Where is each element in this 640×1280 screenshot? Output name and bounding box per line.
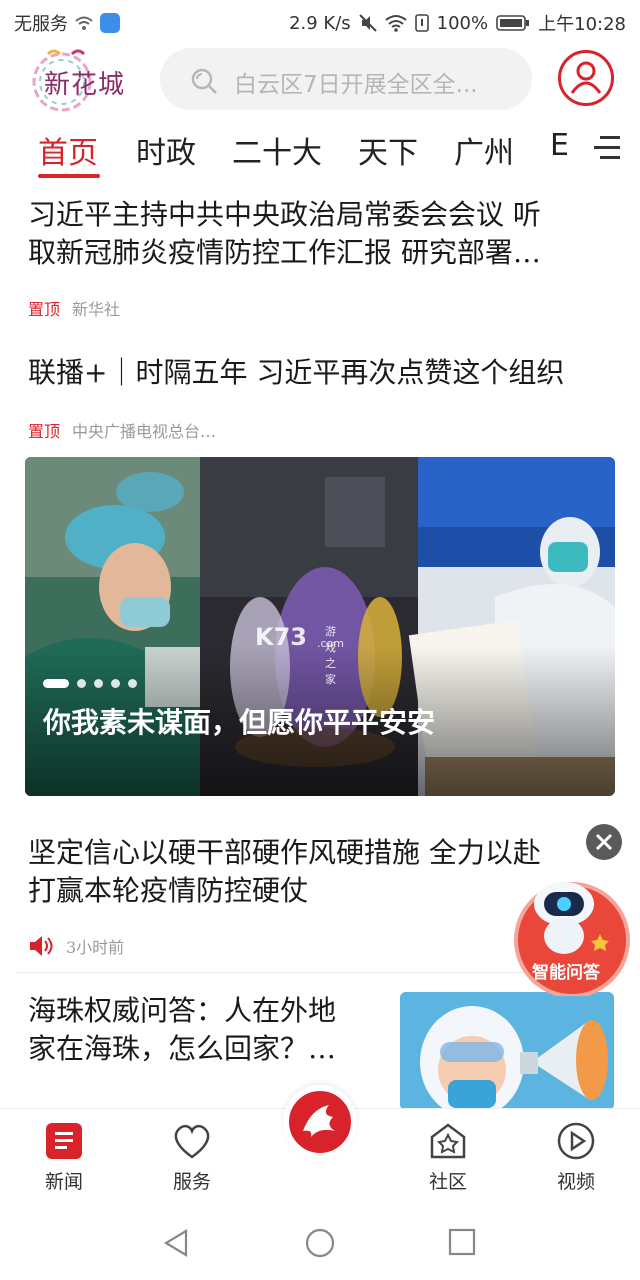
network-speed: 2.9 K/s [289,12,351,34]
nav-service[interactable]: 服务 [152,1121,232,1194]
home-icon[interactable] [304,1227,336,1259]
carousel-dot[interactable] [111,679,120,688]
search-placeholder: 白云区7日开展全区全... [234,72,478,98]
play-icon [557,1122,595,1160]
search-icon [191,68,217,94]
tab-e[interactable]: E [550,128,569,163]
thumbnail-image [400,992,614,1110]
nav-label: 新闻 [44,1171,83,1193]
banner-caption: 你我素未谋面，但愿你平平安安 [43,706,436,739]
speaker-icon[interactable] [28,935,54,957]
recents-icon[interactable] [448,1228,476,1256]
nav-label: 视频 [556,1171,595,1193]
nav-video[interactable]: 视频 [536,1121,616,1194]
carousel-dot[interactable] [94,679,103,688]
tab-guangzhou[interactable]: 广州 [454,128,514,172]
tab-20th-congress[interactable]: 二十大 [232,128,322,172]
smart-qa-label: 智能问答 [532,963,600,983]
news-source: 新华社 [72,300,121,319]
wifi-off-icon [75,16,93,30]
carousel-dot[interactable] [128,679,137,688]
watermark-logo: K73 游戏之家 .com [255,623,344,686]
sim-icon [414,14,429,32]
carousel-dot[interactable] [77,679,86,688]
tab-world[interactable]: 天下 [358,128,418,172]
user-icon [570,61,602,94]
mute-icon [358,14,377,32]
nav-news[interactable]: 新闻 [24,1121,104,1194]
app-notification-icon [100,13,120,33]
news-thumbnail [400,992,614,1110]
status-left: 无服务 [14,10,120,36]
battery-percent: 100% [436,12,489,34]
flame-logo-icon [303,1105,335,1137]
status-bar: 无服务 2.9 K/s 100% 上午10:28 [0,0,640,42]
tab-politics[interactable]: 时政 [136,128,196,172]
system-navigation-bar [0,1200,640,1280]
profile-button[interactable] [558,50,614,106]
logo-text: 新花城 [44,70,126,100]
news-meta: 3小时前 [28,934,124,958]
channel-menu-icon[interactable] [592,134,622,162]
pinned-badge: 置顶 [28,300,61,319]
back-icon[interactable] [162,1228,192,1258]
carousel-dots [43,679,137,688]
channel-tabs: 首页 时政 二十大 天下 广州 E [0,120,640,182]
close-icon [595,833,613,851]
news-title: 坚定信心以硬干部硬作风硬措施 全力以赴 打赢本轮疫情防控硬仗 [28,836,541,907]
nav-community[interactable]: 社区 [408,1121,488,1194]
news-title: 海珠权威问答：人在外地 家在海珠，怎么回家？… [28,994,337,1065]
active-tab-indicator [38,174,100,178]
news-time: 3小时前 [66,938,125,957]
close-floating-button[interactable] [586,824,622,860]
news-meta: 置顶 新华社 [28,296,120,320]
center-action-button[interactable] [283,1085,357,1159]
photo-carousel[interactable]: K73 游戏之家 .com 你我素未谋面，但愿你平平安安 [25,457,615,796]
battery-icon [496,15,530,31]
tab-home[interactable]: 首页 [38,128,98,172]
news-icon [46,1123,82,1159]
carrier-text: 无服务 [14,14,68,35]
nav-label: 服务 [172,1171,211,1193]
wifi-icon [385,15,407,32]
nav-label: 社区 [428,1171,467,1193]
carousel-dot[interactable] [43,679,69,688]
clock: 上午10:28 [538,14,626,35]
pinned-badge: 置顶 [28,422,61,441]
status-right: 2.9 K/s 100% 上午10:28 [289,10,626,36]
news-meta: 置顶 中央广播电视总台… [28,418,216,442]
news-source: 中央广播电视总台… [72,422,217,441]
search-bar[interactable]: 白云区7日开展全区全... [160,48,532,110]
community-icon [430,1123,466,1159]
heart-icon [174,1124,210,1159]
app-header: 新花城 白云区7日开展全区全... [0,42,640,118]
news-title: 联播+｜时隔五年 习近平再次点赞这个组织 [28,356,565,389]
news-title: 习近平主持中共中央政治局常委会会议 听 取新冠肺炎疫情防控工作汇报 研究部署… [28,198,541,269]
app-logo[interactable]: 新花城 [18,48,142,112]
